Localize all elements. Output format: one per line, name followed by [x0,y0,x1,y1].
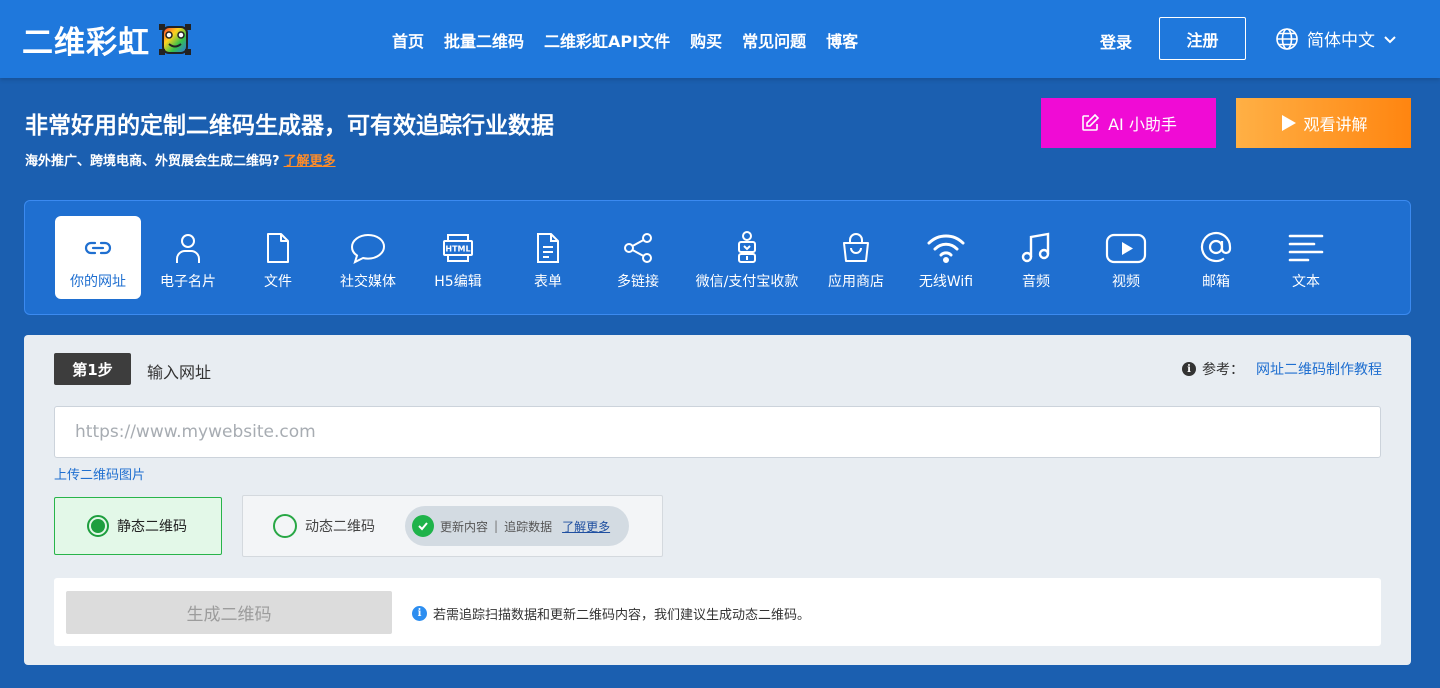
type-email-label: 邮箱 [1202,274,1230,290]
logo[interactable]: 二维彩虹 [22,18,192,61]
type-audio-label: 音频 [1022,274,1050,290]
info-blue-icon: i [412,606,427,621]
ai-assistant-button[interactable]: AI 小助手 [1041,98,1216,148]
link-icon [84,241,112,255]
upload-qr-image-link[interactable]: 上传二维码图片 [54,464,145,483]
type-text[interactable]: 文本 [1263,216,1349,299]
person-icon [176,234,200,263]
step-badge: 第1步 [54,353,131,385]
login-link[interactable]: 登录 [1100,29,1132,53]
play-icon [1105,233,1147,264]
generate-area: 生成二维码 i 若需追踪扫描数据和更新二维码内容，我们建议生成动态二维码。 [54,578,1381,646]
register-button[interactable]: 注册 [1159,17,1246,60]
type-audio[interactable]: 音频 [993,216,1079,299]
type-multilink[interactable]: 多链接 [595,216,681,299]
nav-link-faq[interactable]: 常见问题 [742,28,806,52]
type-url-label: 你的网址 [70,274,126,290]
play-triangle-icon [1282,115,1297,131]
radio-unselected-icon [273,514,297,538]
type-social-label: 社交媒体 [340,274,396,290]
type-text-label: 文本 [1292,274,1320,290]
qr-type-selector: 你的网址 电子名片 文件 社交媒体 HTML H5编辑 表单 多链接 微信/支付… [24,200,1411,315]
tutorial-link[interactable]: 网址二维码制作教程 [1256,359,1382,379]
ai-assistant-label: AI 小助手 [1108,115,1177,134]
reference-label: 参考： [1202,362,1244,378]
type-video[interactable]: 视频 [1083,216,1169,299]
nav-link-home[interactable]: 首页 [392,28,424,52]
type-form-label: 表单 [534,274,562,290]
file-icon [267,233,289,263]
watch-video-button[interactable]: 观看讲解 [1236,98,1411,148]
dynamic-qr-option[interactable]: 动态二维码 更新内容 | 追踪数据 了解更多 [242,495,663,557]
type-vcard[interactable]: 电子名片 [145,216,231,299]
nav-link-bulk[interactable]: 批量二维码 [444,28,524,52]
at-icon [1200,231,1232,263]
dynamic-learn-more-link[interactable]: 了解更多 [562,518,610,535]
generate-note-text: 若需追踪扫描数据和更新二维码内容，我们建议生成动态二维码。 [433,608,811,623]
share-icon [624,233,652,263]
type-payment[interactable]: 微信/支付宝收款 [685,216,809,299]
page-title: 非常好用的定制二维码生成器，可有效追踪行业数据 [25,113,554,139]
type-appstore[interactable]: 应用商店 [813,216,899,299]
hero-subtitle: 海外推广、跨境电商、外贸展会生成二维码? 了解更多 [25,150,336,169]
type-appstore-label: 应用商店 [828,274,884,290]
globe-icon [1276,27,1298,50]
check-icon [412,515,434,537]
type-file[interactable]: 文件 [235,216,321,299]
step-title: 输入网址 [147,363,212,382]
music-icon [1021,232,1050,263]
static-qr-label: 静态二维码 [117,519,187,535]
feature-update: 更新内容 [440,519,489,534]
type-file-label: 文件 [264,274,292,290]
info-icon: i [1182,362,1196,376]
url-input[interactable] [54,406,1381,458]
payment-icon [738,231,756,263]
nav-link-api[interactable]: 二维彩虹API文件 [544,28,670,52]
nav-links: 首页 批量二维码 二维彩虹API文件 购买 常见问题 博客 [392,28,858,52]
type-url[interactable]: 你的网址 [55,216,141,299]
type-vcard-label: 电子名片 [160,274,216,290]
html-icon: HTML [443,234,473,262]
hero-subtitle-text: 海外推广、跨境电商、外贸展会生成二维码? [25,154,280,169]
static-qr-option[interactable]: 静态二维码 [54,497,222,555]
hero-learn-more-link[interactable]: 了解更多 [284,154,336,169]
top-nav-bar: 二维彩虹 首页 批量二维码 二维彩虹API文件 购买 常见问题 博客 登录 注册… [0,0,1440,78]
type-wifi-label: 无线Wifi [918,274,974,290]
feature-track: 追踪数据 [504,519,553,534]
reference-info: i 参考： 网址二维码制作教程 [1182,359,1382,379]
logo-text: 二维彩虹 [22,24,150,61]
nav-link-blog[interactable]: 博客 [826,28,858,52]
wifi-icon [927,234,965,263]
type-form[interactable]: 表单 [505,216,591,299]
edit-icon [1082,113,1100,131]
type-email[interactable]: 邮箱 [1173,216,1259,299]
form-icon [537,233,559,263]
feature-separator: | [494,519,499,533]
language-label: 简体中文 [1307,31,1375,51]
logo-frog-icon [159,24,191,55]
svg-text:HTML: HTML [445,245,470,254]
watch-video-label: 观看讲解 [1303,115,1368,134]
language-selector[interactable]: 简体中文 [1275,26,1397,51]
dynamic-features-pill: 更新内容 | 追踪数据 了解更多 [405,506,629,546]
type-payment-label: 微信/支付宝收款 [695,274,799,290]
type-social[interactable]: 社交媒体 [325,216,411,299]
shopping-bag-icon [843,233,869,262]
dynamic-qr-label: 动态二维码 [305,519,375,535]
type-wifi[interactable]: 无线Wifi [903,216,989,299]
radio-selected-icon [87,515,109,537]
text-lines-icon [1288,234,1324,262]
chevron-down-icon [1384,35,1396,43]
type-h5-label: H5编辑 [434,274,482,290]
generate-note: i 若需追踪扫描数据和更新二维码内容，我们建议生成动态二维码。 [412,604,810,623]
generate-qr-button[interactable]: 生成二维码 [66,591,392,634]
type-h5[interactable]: HTML H5编辑 [415,216,501,299]
url-form-panel: 第1步 输入网址 i 参考： 网址二维码制作教程 上传二维码图片 静态二维码 动… [24,335,1411,665]
nav-link-pricing[interactable]: 购买 [690,28,722,52]
type-video-label: 视频 [1112,274,1140,290]
type-multilink-label: 多链接 [617,274,659,290]
chat-bubble-icon [350,233,386,264]
